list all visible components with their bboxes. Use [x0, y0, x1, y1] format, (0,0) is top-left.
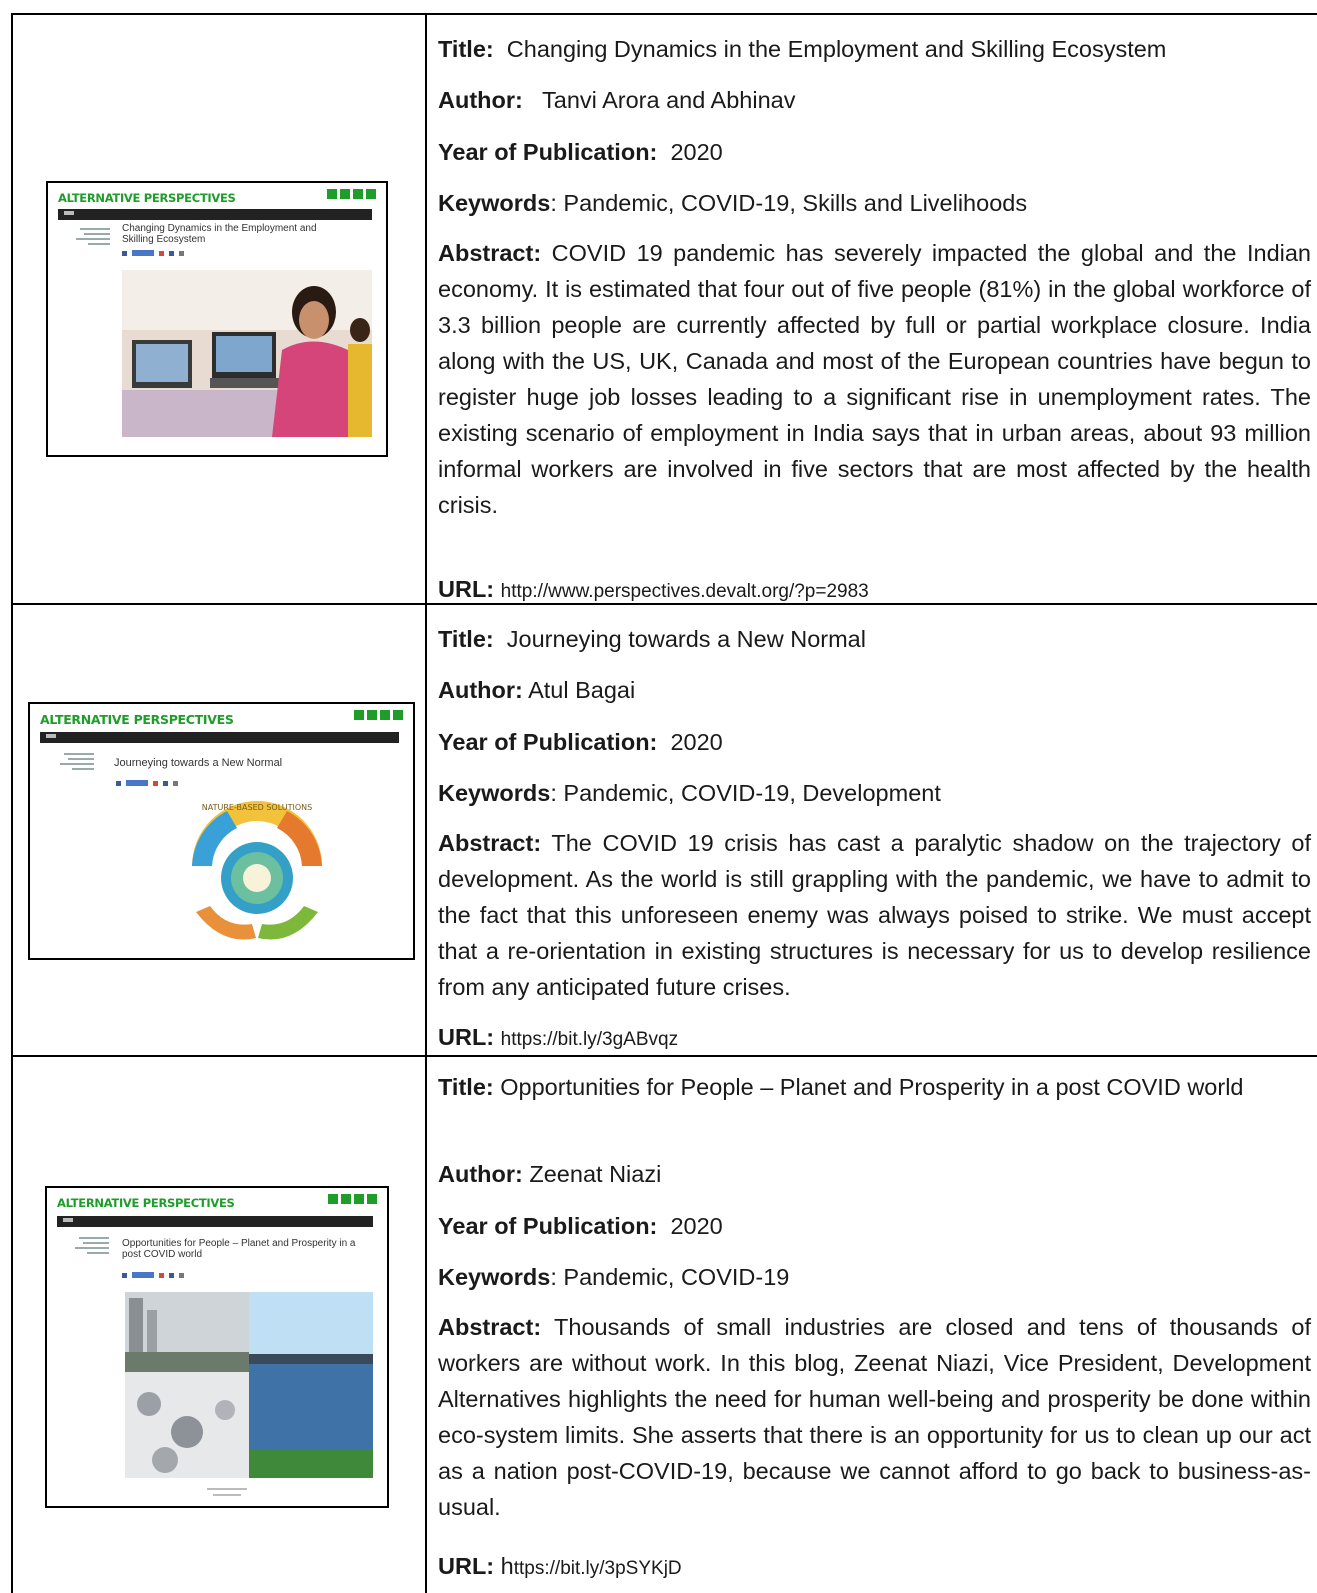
keywords-colon: :: [550, 1264, 564, 1290]
title-value: Changing Dynamics in the Employment and …: [506, 36, 1167, 62]
url-first-letter: h: [500, 1553, 514, 1579]
author-field: Author: Zeenat Niazi: [438, 1156, 1311, 1192]
nav-bar: [40, 732, 399, 743]
share-buttons: [122, 1272, 184, 1278]
social-icons: [328, 1194, 377, 1204]
social-icons: [354, 710, 403, 720]
title-label: Title:: [438, 626, 494, 652]
abstract-field: Abstract: The COVID 19 crisis has cast a…: [438, 825, 1311, 1005]
nav-bar: [57, 1216, 373, 1227]
url-label: URL:: [438, 1553, 495, 1579]
site-logo-text: ALTERNATIVE PERSPECTIVES: [58, 191, 236, 205]
table-row: ALTERNATIVE PERSPECTIVES Changing Dynami…: [11, 13, 1317, 605]
graphic-caption: NATURE-BASED SOLUTIONS: [202, 803, 312, 812]
post-meta: [52, 750, 94, 770]
url-link[interactable]: https://bit.ly/3gABvqz: [501, 1029, 678, 1050]
site-logo-text: ALTERNATIVE PERSPECTIVES: [57, 1196, 235, 1210]
year-field: Year of Publication: 2020: [438, 1208, 1311, 1244]
title-field: Title: Opportunities for People – Planet…: [438, 1069, 1311, 1105]
share-buttons: [122, 250, 184, 256]
site-logo-text: ALTERNATIVE PERSPECTIVES: [40, 712, 234, 727]
details-cell: Title: Opportunities for People – Planet…: [425, 1057, 1317, 1593]
social-icons: [327, 189, 376, 199]
keywords-colon: :: [550, 780, 564, 806]
keywords-label: Keywords: [438, 780, 551, 806]
url-label: URL:: [438, 1024, 495, 1050]
url-field: URL: https://bit.ly/3pSYKjD: [438, 1548, 1311, 1587]
keywords-field: Keywords: Pandemic, COVID-19: [438, 1259, 1311, 1295]
keywords-field: Keywords: Pandemic, COVID-19, Skills and…: [438, 185, 1311, 221]
title-value: Journeying towards a New Normal: [506, 626, 866, 652]
caption-line: [207, 1488, 247, 1490]
author-value: Zeenat Niazi: [529, 1161, 662, 1187]
author-label: Author:: [438, 1161, 523, 1187]
thumbnail-cell: ALTERNATIVE PERSPECTIVES Opportunities f…: [11, 1057, 427, 1593]
article-screenshot: ALTERNATIVE PERSPECTIVES Journeying towa…: [28, 702, 415, 960]
url-link[interactable]: http://www.perspectives.devalt.org/?p=29…: [501, 581, 869, 602]
keywords-field: Keywords: Pandemic, COVID-19, Developmen…: [438, 775, 1311, 811]
author-field: Author: Tanvi Arora and Abhinav: [438, 82, 1311, 118]
article-screenshot: ALTERNATIVE PERSPECTIVES Changing Dynami…: [46, 181, 388, 457]
keywords-value: Pandemic, COVID-19: [563, 1264, 790, 1290]
article-screenshot: ALTERNATIVE PERSPECTIVES Opportunities f…: [45, 1186, 389, 1508]
title-value: Opportunities for People – Planet and Pr…: [500, 1074, 1244, 1100]
abstract-label: Abstract:: [438, 240, 542, 266]
year-label: Year of Publication:: [438, 1213, 658, 1239]
abstract-field: Abstract: COVID 19 pandemic has severely…: [438, 235, 1311, 523]
title-field: Title: Changing Dynamics in the Employme…: [438, 31, 1311, 67]
year-field: Year of Publication: 2020: [438, 724, 1311, 760]
year-value: 2020: [670, 139, 723, 165]
author-label: Author:: [438, 87, 523, 113]
thumbnail-cell: ALTERNATIVE PERSPECTIVES Journeying towa…: [11, 605, 427, 1057]
abstract-label: Abstract:: [438, 830, 542, 856]
author-value: Tanvi Arora and Abhinav: [542, 87, 796, 113]
keywords-value: Pandemic, COVID-19, Skills and Livelihoo…: [563, 190, 1028, 216]
title-field: Title: Journeying towards a New Normal: [438, 621, 1311, 657]
author-field: Author: Atul Bagai: [438, 672, 1311, 708]
photo-river-foam: [125, 1292, 373, 1478]
abstract-field: Abstract: Thousands of small industries …: [438, 1309, 1311, 1525]
details-cell: Title: Changing Dynamics in the Employme…: [425, 15, 1317, 605]
title-label: Title:: [438, 36, 494, 62]
abstract-value: Thousands of small industries are closed…: [438, 1314, 1311, 1520]
keywords-label: Keywords: [438, 1264, 551, 1290]
thumbnail-post-title: Opportunities for People – Planet and Pr…: [122, 1238, 356, 1260]
author-value: Atul Bagai: [528, 677, 636, 703]
year-label: Year of Publication:: [438, 729, 658, 755]
post-meta: [68, 225, 110, 245]
author-label: Author:: [438, 677, 523, 703]
url-link[interactable]: ttps://bit.ly/3pSYKjD: [514, 1558, 682, 1579]
post-meta: [67, 1234, 109, 1254]
share-buttons: [116, 780, 178, 786]
url-label: URL:: [438, 576, 495, 602]
thumbnail-post-title: Journeying towards a New Normal: [114, 757, 283, 769]
nav-bar: [58, 209, 372, 220]
year-value: 2020: [670, 1213, 723, 1239]
keywords-colon: :: [550, 190, 564, 216]
keywords-label: Keywords: [438, 190, 551, 216]
nature-based-solutions-graphic: NATURE-BASED SOLUTIONS: [192, 801, 322, 940]
abstract-value: The COVID 19 crisis has cast a paralytic…: [438, 830, 1312, 1000]
year-field: Year of Publication: 2020: [438, 134, 1311, 170]
photo-student-laptop: [122, 270, 372, 437]
table-row: ALTERNATIVE PERSPECTIVES Opportunities f…: [11, 1055, 1317, 1593]
year-label: Year of Publication:: [438, 139, 658, 165]
url-field: URL: https://bit.ly/3gABvqz: [438, 1019, 1311, 1058]
title-label: Title:: [438, 1074, 494, 1100]
caption-line: [213, 1494, 241, 1496]
thumbnail-cell: ALTERNATIVE PERSPECTIVES Changing Dynami…: [11, 15, 427, 605]
abstract-value: COVID 19 pandemic has severely impacted …: [438, 240, 1311, 518]
details-cell: Title: Journeying towards a New Normal A…: [425, 605, 1317, 1057]
keywords-value: Pandemic, COVID-19, Development: [563, 780, 941, 806]
year-value: 2020: [670, 729, 723, 755]
table-row: ALTERNATIVE PERSPECTIVES Journeying towa…: [11, 603, 1317, 1057]
abstract-label: Abstract:: [438, 1314, 542, 1340]
thumbnail-post-title: Changing Dynamics in the Employment and …: [122, 223, 317, 245]
